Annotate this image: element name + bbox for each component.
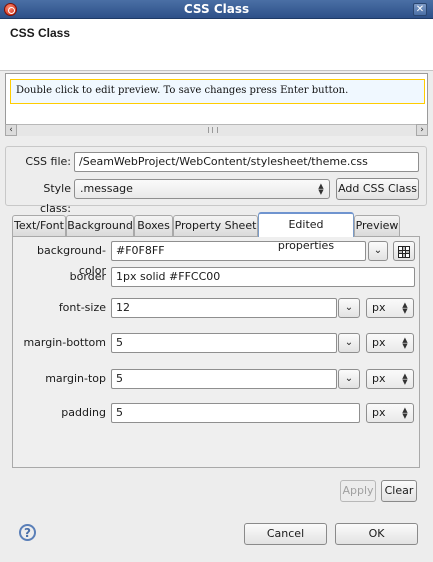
padding-label: padding [61,406,106,419]
updown-arrows-icon: ▲ ▼ [318,182,324,196]
style-class-select[interactable]: .message ▲ ▼ [74,179,330,199]
margin-bottom-unit: px [372,336,386,349]
updown-arrows-icon: ▲ ▼ [402,301,408,315]
font-size-label: font-size [58,301,106,314]
border-field[interactable]: 1px solid #FFCC00 [111,267,415,287]
cancel-button[interactable]: Cancel [244,523,327,545]
background-color-dropdown-button[interactable]: ⌄ [368,241,388,261]
margin-top-field[interactable]: 5 [111,369,337,389]
help-icon[interactable]: ? [19,524,36,541]
scroll-right-icon[interactable]: › [416,124,428,136]
margin-bottom-dropdown-button[interactable]: ⌄ [338,333,360,353]
margin-top-unit-select[interactable]: px ▲ ▼ [366,369,414,389]
updown-arrows-icon: ▲ ▼ [402,406,408,420]
tab-preview[interactable]: Preview [354,215,400,236]
tab-boxes[interactable]: Boxes [134,215,173,236]
tab-background[interactable]: Background [66,215,134,236]
margin-bottom-label: margin-bottom [23,336,106,349]
color-palette-icon [398,246,410,258]
margin-top-label: margin-top [45,372,106,385]
style-class-value: .message [80,182,133,195]
padding-unit-select[interactable]: px ▲ ▼ [366,403,414,423]
window-title: CSS Class [183,2,250,16]
padding-unit: px [372,406,386,419]
chevron-down-icon: ⌄ [344,302,354,313]
chevron-down-icon: ⌄ [373,245,383,256]
updown-arrows-icon: ▲ ▼ [402,372,408,386]
margin-bottom-unit-select[interactable]: px ▲ ▼ [366,333,414,353]
ok-button[interactable]: OK [335,523,418,545]
color-picker-button[interactable] [393,241,415,261]
tab-text-font[interactable]: Text/Font [12,215,66,236]
font-size-unit-select[interactable]: px ▲ ▼ [366,298,414,318]
updown-arrows-icon: ▲ ▼ [402,336,408,350]
font-size-dropdown-button[interactable]: ⌄ [338,298,360,318]
margin-bottom-field[interactable]: 5 [111,333,337,353]
chevron-down-icon: ⌄ [344,337,354,348]
css-file-field[interactable]: /SeamWebProject/WebContent/stylesheet/th… [74,152,419,172]
margin-top-unit: px [372,372,386,385]
apply-button[interactable]: Apply [340,480,376,502]
scroll-thumb-grip-icon[interactable] [208,127,218,133]
tab-edited-properties[interactable]: Edited properties [258,212,354,252]
add-css-class-button[interactable]: Add CSS Class [336,178,419,200]
margin-top-dropdown-button[interactable]: ⌄ [338,369,360,389]
style-class-label: Style class: [39,182,71,215]
font-size-field[interactable]: 12 [111,298,337,318]
chevron-down-icon: ⌄ [344,373,354,384]
css-file-label: CSS file: [25,155,71,168]
clear-button[interactable]: Clear [381,480,417,502]
border-label: border [69,270,106,283]
font-size-unit: px [372,301,386,314]
preview-message[interactable]: Double click to edit preview. To save ch… [10,79,425,104]
close-window-button[interactable]: ✕ [413,3,427,16]
tab-property-sheet[interactable]: Property Sheet [173,215,258,236]
dialog-title: CSS Class [10,26,71,40]
scroll-left-icon[interactable]: ‹ [5,124,17,136]
padding-field[interactable]: 5 [111,403,360,423]
